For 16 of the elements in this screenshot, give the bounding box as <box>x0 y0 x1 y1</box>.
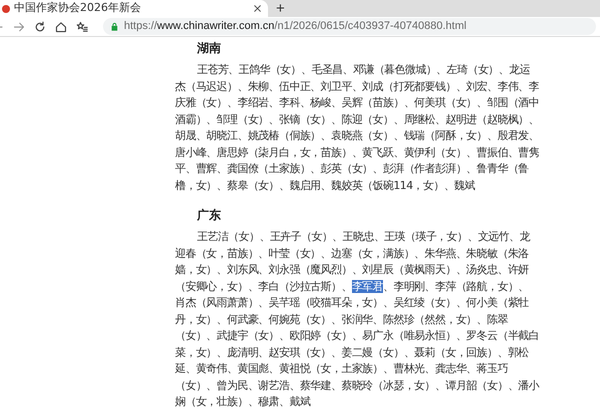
member-list-paragraph: 王苍芳、王鸽华（女）、毛圣昌、邓谦（暮色微城）、左琦（女）、龙运杰（马迟迟）、朱柳、伍中正、刘卫平、刘成（打死都要钱）、刘宏、李伟、李庆雅（女）、李绍岩、李科、杨峻、吴辉（苗族）、何美琪（女）、邹围（酒中酒霸）、邹理（女）、张镝（女）、陈迎（女）、周继松、赵明进（赵晓枫）、胡晟、胡晓江、姚茂椿（侗族）、袁晓燕（女）、钱瑞（阿酥，女）、殷君发、唐小峰、唐思婷（柒月白，女，苗族）、黄飞跃、黄伊利（女）、曹振伯、曹隽平、曹辉、龚国僚（土家族）、彭英（女）、彭湃（作者彭湃）、鲁青华（鲁橹，女）、蔡皋（女）、魏启用、魏姣英（饭碗114，女）、魏斌 <box>175 62 539 194</box>
address-field[interactable]: https://www.chinawriter.com.cn/n1/2026/0615/c403937-40740880.html <box>103 18 596 35</box>
member-list-paragraph: 王艺洁（女）、王卉子（女）、王晓忠、王瑛（瑛子，女）、文远竹、龙迎春（女，苗族）、叶莹（女）、边塞（女，满族）、朱华燕、朱晓敏（朱洛嫱，女）、刘东风、刘永强（魔风烈）、刘星辰（黄枫雨天）、汤炎忠、许妍（安卿心，女）、李白（沙拉古斯）、李军君、李明刚、李萍（路航，女）、肖杰（风雨萧萧）、吴芊瑶（咬猫耳朵，女）、吴红绫（女）、何小美（紫牡丹，女）、何武豪、何婉苑（女）、张润华、陈然珍（然然，女）、陈翠（女）、武捷宇（女）、欧阳婷（女）、易广永（唯易永恒）、罗冬云（半截白菜，女）、庞清明、赵安琪（女）、姜二嫚（女）、聂莉（女，回族）、郭松延、黄奇伟、黄国彪、黄祖悦（女，土家族）、曹林光、龚志华、蒋玉巧（女）、曾为民、谢艺浩、蔡华建、蔡晓玲（冰瑟，女）、谭月韶（女）、潘小娴（女，壮族）、穆肃、戴斌 <box>175 229 539 410</box>
home-icon[interactable] <box>55 20 67 32</box>
url-text: https://www.chinawriter.com.cn/n1/2026/0615/c403937-40740880.html <box>124 19 466 34</box>
star-list-icon[interactable] <box>76 20 88 32</box>
tab-title: 中国作家协会2026年新会 <box>14 0 141 16</box>
section-heading: 湖南 <box>196 40 222 56</box>
reload-icon[interactable] <box>34 20 46 32</box>
close-icon[interactable] <box>253 4 262 13</box>
section-heading: 广东 <box>196 207 222 223</box>
browser-tab[interactable]: 中国作家协会2026年新会 <box>0 0 268 17</box>
new-tab-button[interactable]: + <box>268 0 293 17</box>
site-favicon-icon <box>2 4 10 12</box>
forward-arrow-icon[interactable] <box>13 20 25 32</box>
lock-icon <box>111 22 118 31</box>
